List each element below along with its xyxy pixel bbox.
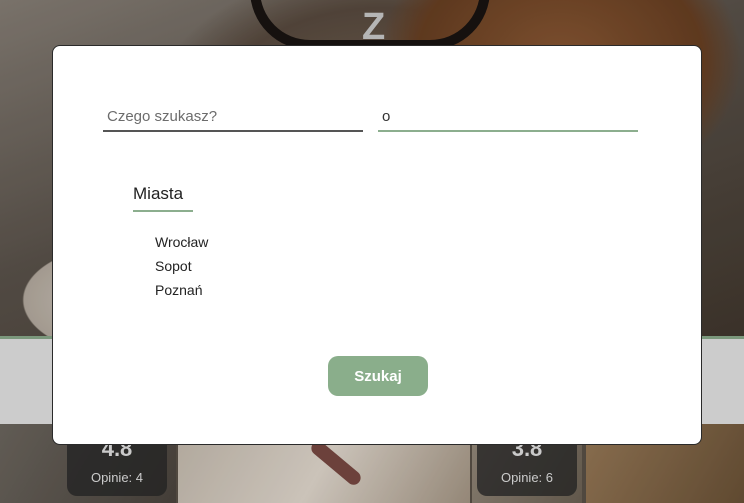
suggestion-item-sopot[interactable]: Sopot [155,254,433,278]
suggestion-item-poznan[interactable]: Poznań [155,278,433,302]
suggestion-item-wroclaw[interactable]: Wrocław [155,230,433,254]
search-modal: Miasta Wrocław Sopot Poznań Szukaj [52,45,702,445]
suggestions-heading: Miasta [133,184,194,212]
suggestion-list: Wrocław Sopot Poznań [155,230,433,302]
location-search-input[interactable] [378,102,638,132]
location-suggestions: Miasta Wrocław Sopot Poznań [133,184,433,302]
search-button[interactable]: Szukaj [328,356,428,396]
what-search-input[interactable] [103,102,363,132]
